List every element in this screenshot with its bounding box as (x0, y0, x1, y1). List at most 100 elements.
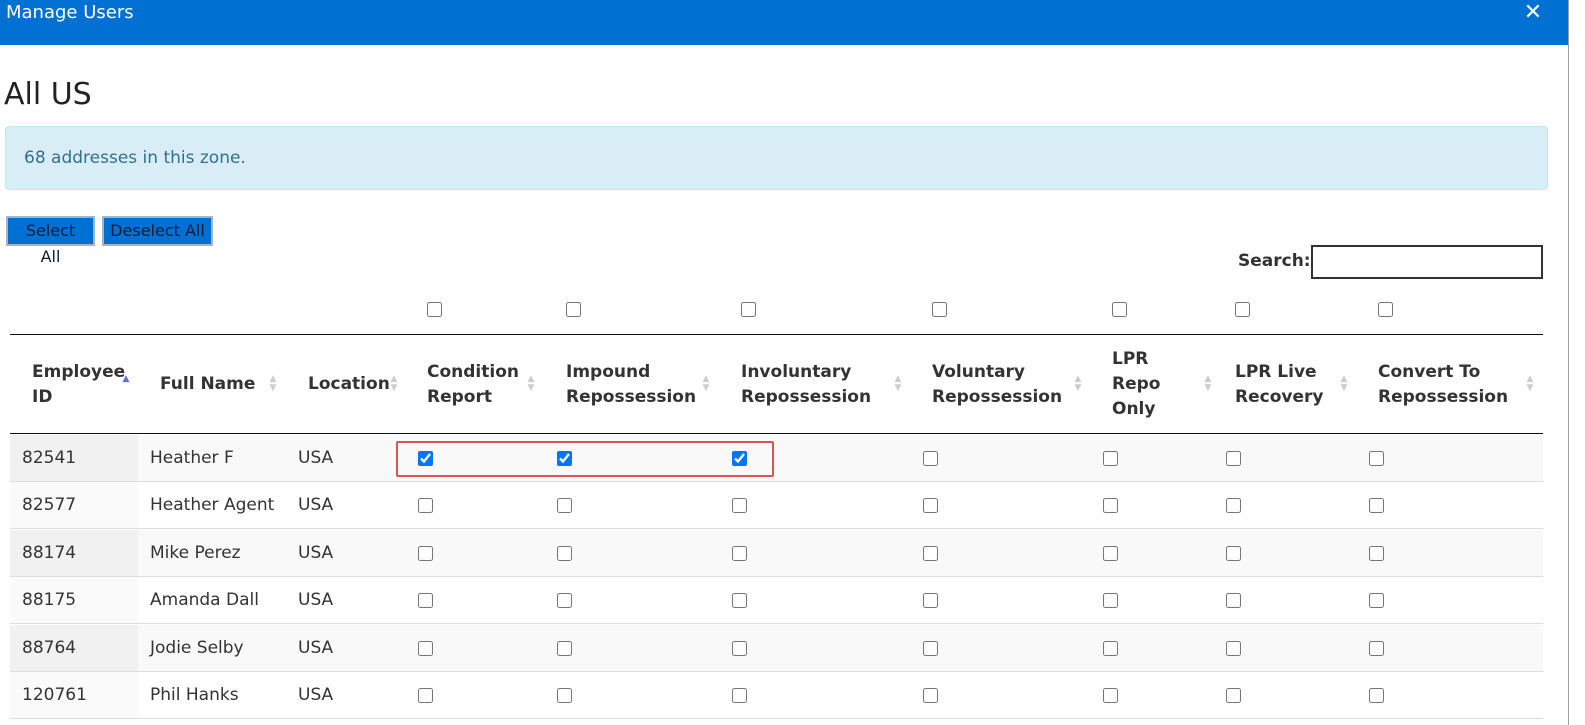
permission-checkbox-7[interactable] (1369, 546, 1384, 561)
table-row: 88764 Jodie Selby USA (10, 625, 1543, 672)
column-header-label: Voluntary Repossession (932, 361, 1063, 407)
permission-checkbox-6[interactable] (1226, 593, 1241, 608)
table-row: 120761 Phil Hanks USA (10, 672, 1543, 719)
full-name: Heather Agent (150, 495, 275, 515)
table-row: 88174 Mike Perez USA (10, 530, 1543, 577)
employee-id: 88175 (22, 590, 77, 610)
search-label: Search: (1238, 251, 1311, 271)
sort-icon[interactable]: ▲ ▼ (1525, 375, 1535, 393)
permission-checkbox-1[interactable] (418, 546, 433, 561)
permission-checkbox-2[interactable] (557, 641, 572, 656)
permission-checkbox-4[interactable] (923, 451, 938, 466)
permission-checkbox-4[interactable] (923, 546, 938, 561)
column-header-6[interactable]: Involuntary Repossession (741, 336, 871, 433)
column-header-label: Involuntary Repossession (741, 361, 872, 407)
column-select-checkbox-4[interactable] (932, 302, 947, 317)
sort-icon[interactable]: ▲ ▼ (701, 375, 711, 393)
full-name: Heather F (150, 448, 234, 468)
location: USA (298, 495, 334, 515)
permission-checkbox-2[interactable] (557, 688, 572, 703)
permission-checkbox-6[interactable] (1226, 451, 1241, 466)
permission-checkbox-7[interactable] (1369, 641, 1384, 656)
permission-checkbox-4[interactable] (923, 498, 938, 513)
permission-checkbox-1[interactable] (418, 688, 433, 703)
column-header-5[interactable]: Impound Repossession (566, 336, 696, 433)
full-name: Phil Hanks (150, 685, 239, 705)
permission-checkbox-4[interactable] (923, 688, 938, 703)
permission-checkbox-6[interactable] (1226, 498, 1241, 513)
permission-checkbox-7[interactable] (1369, 688, 1384, 703)
sort-icon[interactable]: ▲ ▼ (893, 375, 903, 393)
permission-checkbox-4[interactable] (923, 593, 938, 608)
column-header-label: Impound Repossession (566, 361, 697, 407)
column-select-checkbox-5[interactable] (1112, 302, 1127, 317)
permission-checkbox-3[interactable] (732, 451, 747, 466)
column-header-3[interactable]: Location (308, 336, 390, 433)
permission-checkbox-3[interactable] (732, 593, 747, 608)
permission-checkbox-1[interactable] (418, 593, 433, 608)
full-name: Amanda Dall (150, 590, 259, 610)
table-header-top-border (10, 334, 1543, 335)
sort-icon[interactable]: ▲ ▼ (389, 375, 399, 393)
permission-checkbox-2[interactable] (557, 593, 572, 608)
permission-checkbox-5[interactable] (1103, 593, 1118, 608)
column-select-checkbox-7[interactable] (1378, 302, 1393, 317)
column-header-label: Employee ID (32, 361, 126, 407)
permission-checkbox-5[interactable] (1103, 688, 1118, 703)
close-icon[interactable]: ✕ (1522, 2, 1544, 24)
permission-checkbox-3[interactable] (732, 498, 747, 513)
column-select-checkbox-6[interactable] (1235, 302, 1250, 317)
dialog-right-border (1568, 0, 1569, 725)
search-input[interactable] (1311, 245, 1543, 279)
sort-icon[interactable]: ▲ ▼ (268, 375, 278, 393)
permission-checkbox-3[interactable] (732, 641, 747, 656)
select-all-button[interactable]: Select All (6, 216, 95, 266)
column-select-checkbox-3[interactable] (741, 302, 756, 317)
permission-checkbox-4[interactable] (923, 641, 938, 656)
sort-icon[interactable]: ▲ (121, 375, 131, 393)
column-select-checkbox-2[interactable] (566, 302, 581, 317)
column-header-7[interactable]: Voluntary Repossession (932, 336, 1062, 433)
permission-checkbox-3[interactable] (732, 546, 747, 561)
permission-checkbox-2[interactable] (557, 498, 572, 513)
column-header-label: Location (308, 374, 390, 394)
column-select-checkbox-1[interactable] (427, 302, 442, 317)
permission-checkbox-6[interactable] (1226, 546, 1241, 561)
permission-checkbox-6[interactable] (1226, 688, 1241, 703)
employee-id: 82541 (22, 448, 77, 468)
permission-checkbox-5[interactable] (1103, 546, 1118, 561)
permission-checkbox-5[interactable] (1103, 498, 1118, 513)
column-header-label: LPR Repo Only (1112, 349, 1161, 419)
permission-checkbox-7[interactable] (1369, 593, 1384, 608)
zone-title: All US (4, 77, 92, 112)
permission-checkbox-6[interactable] (1226, 641, 1241, 656)
permission-checkbox-3[interactable] (732, 688, 747, 703)
column-header-4[interactable]: Condition Report (427, 336, 519, 433)
sort-icon[interactable]: ▲ ▼ (526, 375, 536, 393)
permission-checkbox-1[interactable] (418, 498, 433, 513)
dialog-title: Manage Users (6, 2, 134, 23)
permission-checkbox-2[interactable] (557, 546, 572, 561)
permission-checkbox-5[interactable] (1103, 641, 1118, 656)
sort-icon[interactable]: ▲ ▼ (1339, 375, 1349, 393)
permission-checkbox-7[interactable] (1369, 451, 1384, 466)
column-header-label: LPR Live Recovery (1235, 361, 1324, 407)
column-header-label: Full Name (160, 374, 256, 394)
column-header-1[interactable]: Employee ID (32, 336, 126, 433)
permission-checkbox-2[interactable] (557, 451, 572, 466)
permission-checkbox-5[interactable] (1103, 451, 1118, 466)
permission-checkbox-7[interactable] (1369, 498, 1384, 513)
sort-icon[interactable]: ▲ ▼ (1073, 375, 1083, 393)
sort-icon[interactable]: ▲ ▼ (1203, 375, 1213, 393)
deselect-all-button[interactable]: Deselect All (102, 216, 213, 246)
column-header-8[interactable]: LPR Repo Only (1112, 336, 1162, 433)
employee-id: 120761 (22, 685, 87, 705)
permission-checkbox-1[interactable] (418, 451, 433, 466)
column-header-10[interactable]: Convert To Repossession (1378, 336, 1513, 433)
column-header-9[interactable]: LPR Live Recovery (1235, 336, 1335, 433)
column-header-2[interactable]: Full Name (160, 336, 270, 433)
location: USA (298, 638, 334, 658)
employee-id: 82577 (22, 495, 77, 515)
location: USA (298, 685, 334, 705)
permission-checkbox-1[interactable] (418, 641, 433, 656)
